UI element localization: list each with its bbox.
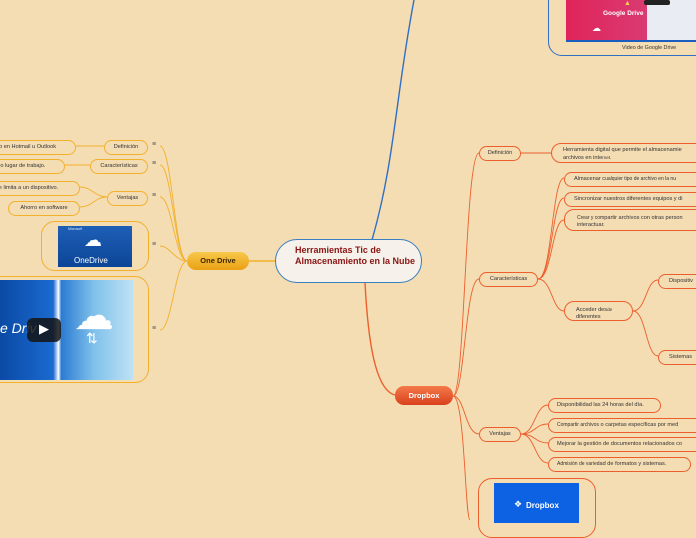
definicion-line-2-small: rnet. [602,155,612,160]
root-topic[interactable]: Herramientas Tic de Almacenamiento en la… [275,239,422,283]
menu-icon[interactable]: ≡ [152,192,156,199]
caracteristica-compartir[interactable]: Crear y compartir archivos con otras per… [564,209,696,231]
arrows-icon: ⇅ [86,330,98,346]
dropbox-ventajas[interactable]: Ventajas [479,427,521,442]
ventaja-disponibilidad[interactable]: Disponibilidad las 24 horas del día. [548,398,661,413]
ventaja-2-a: Compartir archivos [557,422,599,428]
one-drive-ventajas[interactable]: Ventajas [107,191,148,206]
ventaja-4-b: ad de formatos y sistemas. [599,461,667,467]
caracteristica-acceder[interactable]: Acceder desde diferentes [564,301,633,321]
one-drive-definicion[interactable]: Definición [104,140,148,155]
menu-icon[interactable]: ≡ [152,141,156,148]
play-button-icon[interactable]: ▶ [27,318,61,342]
google-drive-caption: Video de Google Drive [622,45,677,51]
ventaja-2-b: o carpetas específicas por med [598,422,679,428]
caracteristica-1-a: Almacenar c [574,176,606,182]
menu-icon[interactable]: ≡ [152,325,156,332]
acceder-dispositivos[interactable]: Dispositiv [658,274,696,289]
dropbox-icon: ❖ [514,499,523,509]
ventaja-1-a: Disponibilidad las 24 horas del día. [557,402,644,408]
ventaja-compartir[interactable]: Compartir archivos o carpetas específica… [548,418,696,433]
caracteristica-3-a: Crear y com [577,215,605,221]
google-drive-video-thumbnail[interactable]: Google Drive ☁ ▲ [566,0,696,42]
acceder-sistemas[interactable]: Sistemas [658,350,696,365]
dropbox-topic[interactable]: Dropbox [395,386,453,405]
microsoft-brand-text: Microsoft [68,227,83,231]
acceder-l2: diferentes [576,314,601,320]
ventaja-3-a: Mejorar la gestión de documentos relacio… [557,441,682,447]
acceder-l1b: de [607,307,613,312]
cloud-icon: ☁ [84,230,102,250]
one-drive-logo-text: OneDrive [74,256,108,265]
ventaja-4-a: Admisión de varied [557,461,600,467]
definicion-line-2: archivos en inte [563,155,603,161]
one-drive-caracteristicas[interactable]: Características [90,159,148,174]
menu-icon[interactable]: ≡ [152,241,156,248]
caracteristica-2-a: Sincronizar nuestros diferentes equipos … [574,196,683,202]
dropbox-logo-image: ❖ Dropbox [494,483,579,523]
cloud-icon: ☁ [592,23,601,33]
ventaja-admision[interactable]: Admisión de variedad de formatos y siste… [548,457,691,472]
root-title: Herramientas Tic de Almacenamiento en la… [295,245,416,266]
one-drive-caracteristicas-text[interactable]: olo lugar de trabajo. [0,159,65,174]
dropbox-caracteristicas[interactable]: Características [479,272,538,287]
dropbox-definicion-text[interactable]: Herramienta digital que permite el almac… [551,143,696,163]
dark-bar [644,0,670,5]
one-drive-topic[interactable]: One Drive [187,252,249,270]
dropbox-logo-text: Dropbox [526,501,559,510]
caracteristica-1-b: ualquier tipo de archivo en la nu [605,176,676,182]
caracteristica-sincronizar[interactable]: Sincronizar nuestros diferentes equipos … [564,192,696,207]
drive-icon: ▲ [624,0,631,7]
dropbox-definicion[interactable]: Definición [479,146,521,161]
definicion-line-1: Herramienta digital que permite el almac… [563,147,682,153]
google-drive-logo-text: Google Drive [603,10,644,17]
one-drive-definicion-text[interactable]: rio en Hotmail u Outlook [0,140,76,155]
acceder-l1a: Acceder des [576,307,608,313]
caracteristica-3-b: partir archivos con otras person [604,215,683,221]
one-drive-ventaja-2[interactable]: Ahorro en software [8,201,80,216]
caracteristica-3-l2: interactuar. [577,222,605,228]
one-drive-logo-image: Microsoft ☁ OneDrive [58,226,132,267]
caracteristica-almacenar[interactable]: Almacenar cualquier tipo de archivo en l… [564,172,696,187]
menu-icon[interactable]: ≡ [152,160,156,167]
one-drive-video-thumbnail[interactable]: e Driv ▶ ☁ ⇅ [0,280,133,380]
one-drive-ventaja-1[interactable]: se limita a un dispositivo. [0,181,80,196]
ventaja-gestion[interactable]: Mejorar la gestión de documentos relacio… [548,437,696,452]
